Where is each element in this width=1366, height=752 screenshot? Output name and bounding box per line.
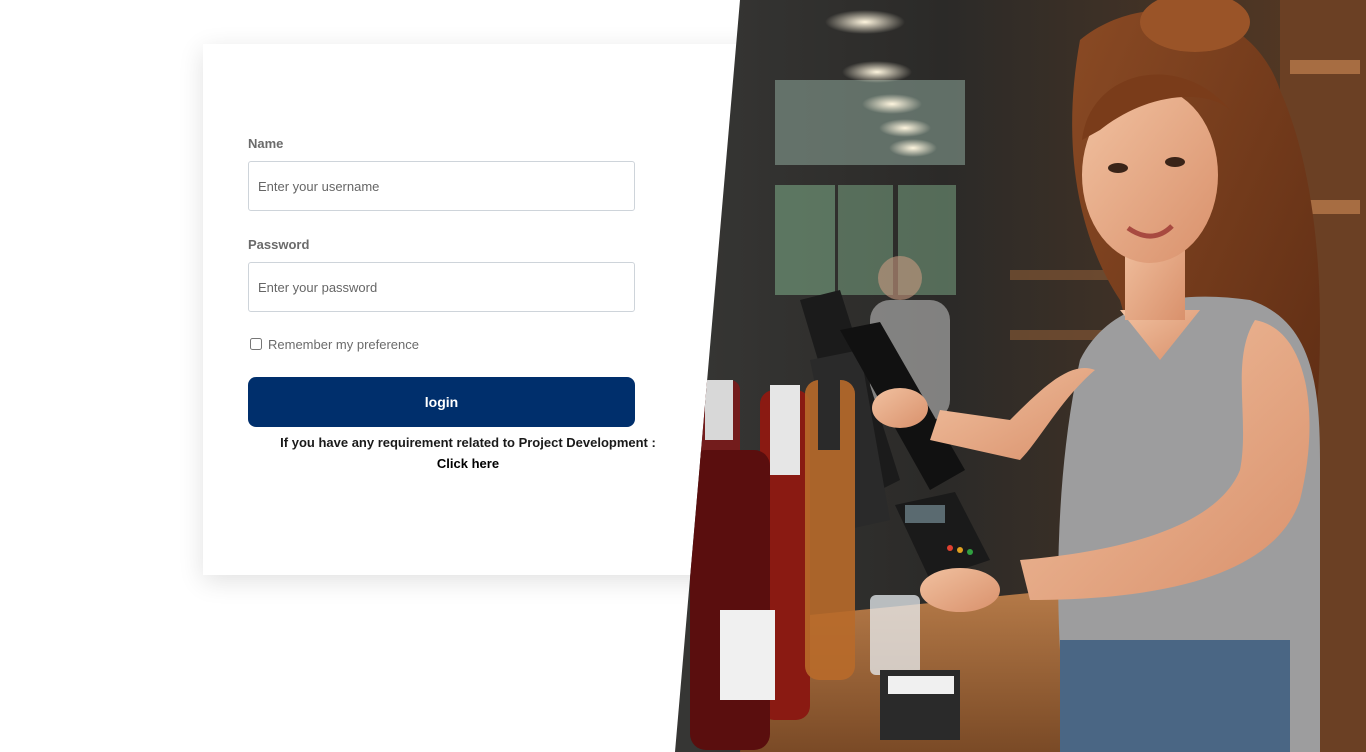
name-label: Name (248, 136, 284, 151)
password-label: Password (248, 237, 310, 252)
click-here-link[interactable]: Click here (437, 456, 499, 471)
login-card: Name Password Remember my preference log… (203, 44, 763, 575)
remember-label: Remember my preference (268, 336, 419, 352)
login-page: Name Password Remember my preference log… (0, 0, 1366, 752)
remember-checkbox[interactable] (250, 338, 262, 350)
requirement-note: If you have any requirement related to P… (248, 432, 688, 474)
remember-row: Remember my preference (250, 334, 635, 354)
login-button[interactable]: login (248, 377, 635, 427)
login-form: Name Password Remember my preference log… (248, 136, 635, 427)
username-input[interactable] (248, 161, 635, 211)
password-input[interactable] (248, 262, 635, 312)
requirement-text: If you have any requirement related to P… (280, 435, 656, 450)
